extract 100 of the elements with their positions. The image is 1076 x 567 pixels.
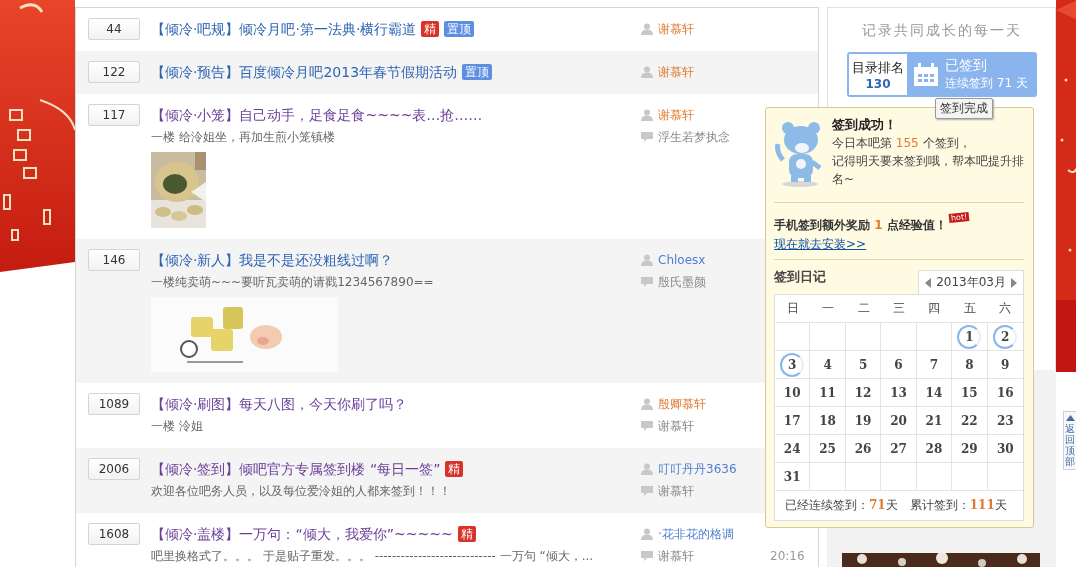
calendar-day[interactable]: 21 bbox=[921, 408, 946, 433]
weekday-label: 四 bbox=[927, 300, 942, 317]
calendar-day[interactable]: 13 bbox=[886, 380, 911, 405]
author-link[interactable]: Chloesx bbox=[658, 249, 706, 271]
thread-summary: 一楼纯卖萌~~~要听瓦卖萌的请戳1234567890== bbox=[151, 274, 435, 291]
featured-tag: 精 bbox=[421, 21, 440, 37]
weekday-label: 六 bbox=[998, 300, 1013, 317]
calendar-day[interactable]: 1 bbox=[957, 324, 982, 349]
message-text: 今日本吧第 155 个签到， bbox=[832, 135, 972, 152]
calendar-day[interactable]: 10 bbox=[780, 380, 805, 405]
thread-title-link[interactable]: 【倾冷·小笼】自己动手，足食足食~~~~表…抢…… bbox=[151, 104, 483, 126]
calendar-day[interactable]: 7 bbox=[921, 352, 946, 377]
install-link[interactable]: 现在就去安装>> bbox=[774, 236, 1024, 253]
weekday-label: 一 bbox=[821, 300, 836, 317]
reply-count: 2006 bbox=[88, 458, 140, 480]
reply-time: 20:16 bbox=[770, 548, 806, 565]
reply-count: 117 bbox=[88, 104, 140, 126]
reply-count: 146 bbox=[88, 249, 140, 271]
calendar-day[interactable]: 27 bbox=[886, 436, 911, 461]
rank-value: 130 bbox=[865, 76, 891, 91]
calendar-day[interactable]: 28 bbox=[921, 436, 946, 461]
diary-title: 签到日记 bbox=[774, 268, 826, 286]
calendar-day[interactable]: 16 bbox=[993, 380, 1018, 405]
user-icon bbox=[641, 528, 653, 540]
calendar-day[interactable]: 14 bbox=[921, 380, 946, 405]
thread-summary: 欢迎各位吧务人员，以及每位爱泠姐的人都来签到！！！ bbox=[151, 483, 452, 500]
slogan-text: 记录共同成长的每一天 bbox=[861, 22, 1023, 40]
author-link[interactable]: ·花非花的格调 bbox=[658, 523, 734, 545]
author-link[interactable]: 叮叮丹丹3636 bbox=[658, 458, 737, 480]
last-reply-link[interactable]: 谢慕轩 bbox=[658, 545, 694, 567]
calendar-day[interactable]: 29 bbox=[957, 436, 982, 461]
calendar-day[interactable]: 2 bbox=[993, 324, 1018, 349]
rank-label: 目录排名 bbox=[852, 58, 904, 77]
user-icon bbox=[641, 254, 653, 266]
user-icon bbox=[641, 109, 653, 121]
calendar-day[interactable]: 4 bbox=[815, 352, 840, 377]
calendar-day[interactable]: 24 bbox=[780, 436, 805, 461]
weekday-label: 二 bbox=[856, 300, 871, 317]
comment-icon bbox=[641, 276, 653, 288]
calendar-day[interactable]: 3 bbox=[780, 352, 805, 377]
calendar-day[interactable]: 22 bbox=[957, 408, 982, 433]
prev-month-icon[interactable] bbox=[925, 277, 932, 288]
weekday-label: 五 bbox=[962, 300, 977, 317]
last-reply-link[interactable]: 浮生若梦执念 bbox=[658, 126, 730, 148]
featured-tag: 精 bbox=[457, 526, 476, 542]
streak-text: 连续签到 71 天 bbox=[945, 75, 1028, 92]
thread-title-link[interactable]: 【倾冷·盖楼】一万句：“倾大，我爱你”~~~~~ bbox=[151, 523, 453, 545]
reply-count: 122 bbox=[88, 61, 140, 83]
weekday-label: 日 bbox=[785, 300, 800, 317]
calendar-day[interactable]: 19 bbox=[851, 408, 876, 433]
thread-summary: 一楼 泠姐 bbox=[151, 418, 204, 435]
calendar-day[interactable]: 20 bbox=[886, 408, 911, 433]
calendar-day[interactable]: 12 bbox=[851, 380, 876, 405]
user-icon bbox=[641, 66, 653, 78]
tooltip: 签到完成 bbox=[935, 98, 993, 119]
calendar-day[interactable]: 11 bbox=[815, 380, 840, 405]
calendar-day[interactable]: 25 bbox=[815, 436, 840, 461]
up-arrow-icon bbox=[1065, 415, 1075, 421]
thread-title-link[interactable]: 【倾冷·预告】百度倾冷月吧2013年春节假期活动 bbox=[151, 61, 458, 83]
message-text: 记得明天要来签到哦，帮本吧提升排名~ bbox=[832, 153, 1024, 188]
sign-status: 已签到 bbox=[945, 57, 988, 75]
next-month-icon[interactable] bbox=[1011, 277, 1017, 288]
back-to-top-button[interactable]: 返回顶部 bbox=[1063, 411, 1076, 470]
thread-summary: 一楼 给泠姐坐，再加生煎小笼镇楼 bbox=[151, 129, 336, 146]
calendar-day[interactable]: 18 bbox=[815, 408, 840, 433]
reply-count: 44 bbox=[88, 18, 140, 40]
calendar-day[interactable]: 9 bbox=[993, 352, 1018, 377]
reply-count: 1089 bbox=[88, 393, 140, 415]
calendar-day[interactable]: 30 bbox=[993, 436, 1018, 461]
calendar-day[interactable]: 26 bbox=[851, 436, 876, 461]
success-title: 签到成功！ bbox=[832, 116, 898, 134]
user-icon bbox=[641, 463, 653, 475]
thread-summary: 吧里换格式了。。。 于是贴子重发。。。 ---------------------------- 一万句 “倾大，... bbox=[151, 548, 595, 565]
calendar-day[interactable]: 31 bbox=[780, 464, 805, 489]
thread-title-link[interactable]: 【倾冷·签到】倾吧官方专属签到楼 “每日一签” bbox=[151, 458, 441, 480]
comment-icon bbox=[641, 550, 653, 562]
reward-text: 手机签到额外奖励 1 点经验值！ bbox=[774, 217, 947, 234]
featured-tag: 精 bbox=[445, 461, 464, 477]
thread-title-link[interactable]: 【倾冷·刷图】每天八图，今天你刷了吗？ bbox=[151, 393, 408, 415]
thread-title-link[interactable]: 【倾冷·吧规】倾冷月吧·第一法典·横行霸道 bbox=[151, 18, 417, 40]
comment-icon bbox=[641, 485, 653, 497]
calendar-day[interactable]: 15 bbox=[957, 380, 982, 405]
thread-title-link[interactable]: 【倾冷·新人】我是不是还没粗线过啊？ bbox=[151, 249, 394, 271]
pinned-tag: 置顶 bbox=[444, 21, 475, 37]
last-reply-link[interactable]: 谢慕轩 bbox=[658, 415, 694, 437]
comment-icon bbox=[641, 131, 653, 143]
calendar-icon bbox=[913, 62, 939, 87]
pinned-tag: 置顶 bbox=[462, 64, 493, 80]
user-icon bbox=[641, 398, 653, 410]
hot-badge: hot! bbox=[948, 211, 970, 224]
reply-count: 1608 bbox=[88, 523, 140, 545]
calendar-day[interactable]: 17 bbox=[780, 408, 805, 433]
calendar-day[interactable]: 8 bbox=[957, 352, 982, 377]
calendar-day[interactable]: 6 bbox=[886, 352, 911, 377]
calendar-day[interactable]: 5 bbox=[851, 352, 876, 377]
calendar-day[interactable]: 23 bbox=[993, 408, 1018, 433]
sign-total: 累计签到：111天 bbox=[909, 497, 1007, 514]
weekday-label: 三 bbox=[892, 300, 906, 317]
user-icon bbox=[641, 23, 653, 35]
month-label: 2013年03月 bbox=[936, 274, 1006, 291]
